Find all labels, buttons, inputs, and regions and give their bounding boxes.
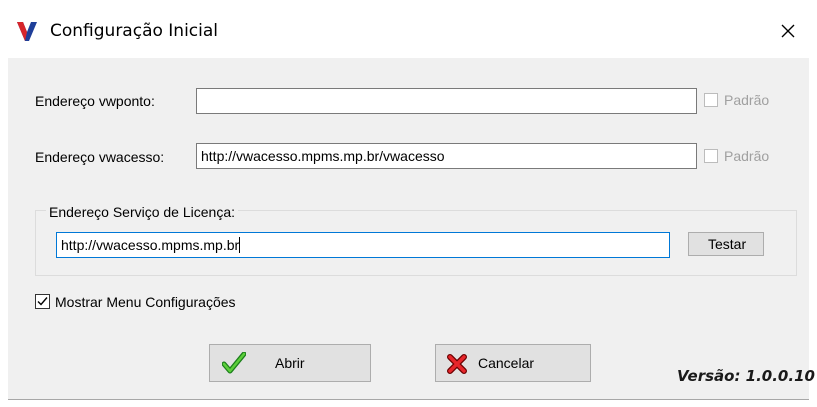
- close-button[interactable]: [769, 13, 807, 49]
- show-menu-label: Mostrar Menu Configurações: [55, 294, 236, 310]
- checkmark-icon: [37, 297, 48, 306]
- vwacesso-label: Endereço vwacesso:: [35, 149, 165, 165]
- title-bar[interactable]: Configuração Inicial: [0, 0, 817, 58]
- test-button[interactable]: Testar: [688, 232, 764, 256]
- green-check-icon: [222, 352, 246, 374]
- show-menu-checkbox[interactable]: [35, 294, 50, 309]
- close-icon: [781, 24, 795, 38]
- test-button-label: Testar: [708, 236, 747, 252]
- app-logo-icon: [17, 22, 37, 41]
- vwponto-default-label: Padrão: [724, 92, 770, 108]
- open-button-label: Abrir: [275, 355, 305, 371]
- vwacesso-default-checkbox[interactable]: [704, 149, 718, 163]
- cancel-button[interactable]: Cancelar: [435, 344, 591, 382]
- vwacesso-input[interactable]: http://vwacesso.mpms.mp.br/vwacesso: [196, 143, 697, 169]
- dialog-body: Endereço vwponto: Padrão Endereço vwaces…: [8, 58, 815, 399]
- window-title: Configuração Inicial: [50, 21, 219, 41]
- bottom-border: [0, 399, 817, 407]
- cancel-button-label: Cancelar: [478, 355, 535, 371]
- open-button[interactable]: Abrir: [209, 344, 371, 382]
- vwacesso-default-label: Padrão: [724, 148, 770, 164]
- license-url-value: http://vwacesso.mpms.mp.br: [61, 237, 240, 253]
- vwponto-label: Endereço vwponto:: [35, 93, 155, 109]
- license-url-input[interactable]: http://vwacesso.mpms.mp.br: [56, 232, 670, 258]
- configuration-dialog: Configuração Inicial Endereço vwponto: P…: [0, 0, 817, 407]
- text-caret: [239, 237, 241, 253]
- version-label: Versão: 1.0.0.10: [677, 367, 815, 385]
- red-x-icon: [447, 354, 467, 374]
- license-group-label: Endereço Serviço de Licença:: [46, 203, 238, 221]
- vwponto-input[interactable]: [196, 88, 697, 114]
- vwponto-default-checkbox[interactable]: [704, 93, 718, 107]
